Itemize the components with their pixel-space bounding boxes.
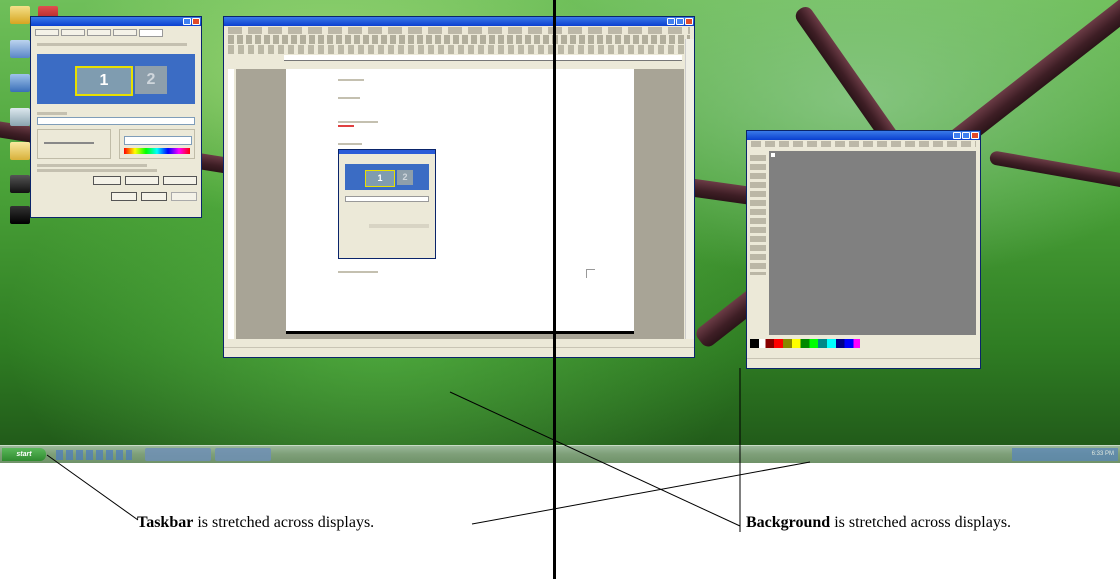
paint-titlebar[interactable]: [747, 131, 980, 140]
color-quality-group: [119, 129, 195, 159]
desktop-background: 1 2 1 2 start 6:33 PM: [0, 0, 1120, 463]
document-page: 1 2: [286, 69, 634, 334]
tab-appearance[interactable]: [113, 29, 137, 36]
instruction-text: [37, 43, 187, 46]
background-caption-bold: Background: [746, 514, 831, 531]
vertical-ruler: [228, 69, 234, 339]
monitor-2[interactable]: 2: [135, 66, 167, 94]
display-label: [37, 112, 67, 115]
vertical-scrollbar[interactable]: [685, 39, 694, 339]
taskbar-leader-left: [46, 454, 139, 521]
tab-themes[interactable]: [35, 29, 59, 36]
quick-launch-bar[interactable]: [56, 450, 132, 460]
maximize-icon[interactable]: [676, 18, 684, 25]
resolution-slider[interactable]: [44, 142, 94, 144]
tab-screen-saver[interactable]: [87, 29, 111, 36]
my-computer-icon[interactable]: [10, 40, 30, 58]
color-palette[interactable]: [750, 339, 860, 348]
display-properties-window[interactable]: 1 2: [30, 16, 202, 218]
branch-right-end: [988, 150, 1120, 189]
word-processor-titlebar[interactable]: [224, 17, 694, 26]
close-icon[interactable]: [685, 18, 693, 25]
taskbar-caption-text: is stretched across displays.: [193, 514, 375, 531]
taskbar-caption: Taskbar is stretched across displays.: [137, 514, 374, 532]
background-caption-text: is stretched across displays.: [830, 514, 1012, 531]
display-properties-titlebar[interactable]: [31, 17, 201, 26]
network-places-icon[interactable]: [10, 74, 30, 92]
taskbar-button-1[interactable]: [145, 448, 211, 461]
doc-line-1: [338, 79, 364, 81]
formatting-toolbar[interactable]: [228, 45, 690, 54]
color-quality-select[interactable]: [124, 136, 192, 145]
advanced-button[interactable]: [163, 176, 197, 185]
embedded-monitor-1: 1: [365, 170, 395, 187]
paint-status-bar: [747, 358, 980, 368]
paint-menu-bar[interactable]: [751, 141, 976, 147]
color-spectrum-bar: [124, 148, 190, 154]
close-icon[interactable]: [971, 132, 979, 139]
cancel-button[interactable]: [141, 192, 167, 201]
doc-line-3: [338, 121, 378, 123]
maximize-icon[interactable]: [962, 132, 970, 139]
folder-icon[interactable]: [10, 142, 30, 160]
identify-button[interactable]: [93, 176, 121, 185]
paint-window[interactable]: [746, 130, 981, 369]
start-button[interactable]: start: [2, 448, 46, 461]
primary-monitor-checkbox[interactable]: [37, 169, 157, 172]
recycle-bin-icon[interactable]: [10, 108, 30, 126]
end-of-page-mark: [586, 269, 595, 278]
display-divider-line: [553, 0, 556, 579]
embedded-monitor-2: 2: [397, 170, 413, 185]
shortcut-icon[interactable]: [10, 206, 30, 224]
apply-button[interactable]: [171, 192, 197, 201]
screen-resolution-group: [37, 129, 111, 159]
taskbar-button-2[interactable]: [215, 448, 271, 461]
notification-area: 6:33 PM: [1012, 448, 1118, 461]
paint-canvas[interactable]: [771, 153, 775, 157]
extend-desktop-checkbox[interactable]: [37, 164, 147, 167]
close-icon[interactable]: [192, 18, 200, 25]
document-area: 1 2: [228, 39, 694, 339]
tray-clock[interactable]: 6:33 PM: [1092, 448, 1114, 461]
minimize-icon[interactable]: [667, 18, 675, 25]
my-documents-icon[interactable]: [10, 6, 30, 24]
printer-icon[interactable]: [10, 175, 30, 193]
doc-line-4: [338, 143, 362, 145]
monitor-1[interactable]: 1: [75, 66, 133, 96]
ok-button[interactable]: [111, 192, 137, 201]
paint-canvas-area[interactable]: [769, 151, 976, 335]
embedded-dialog-screenshot: 1 2: [338, 149, 436, 259]
standard-toolbar[interactable]: [228, 35, 690, 44]
doc-red-text: [338, 125, 354, 127]
tab-settings[interactable]: [139, 29, 163, 37]
taskbar: start 6:33 PM: [0, 445, 1120, 463]
background-caption: Background is stretched across displays.: [746, 514, 1011, 532]
troubleshoot-button[interactable]: [125, 176, 159, 185]
word-processor-window[interactable]: 1 2: [223, 16, 695, 358]
minimize-icon[interactable]: [953, 132, 961, 139]
doc-line-2: [338, 97, 360, 99]
monitor-arrangement-area: 1 2: [37, 54, 195, 104]
tab-desktop[interactable]: [61, 29, 85, 36]
doc-line-5: [338, 271, 378, 273]
display-select[interactable]: [37, 117, 195, 125]
menu-bar[interactable]: [228, 27, 690, 34]
help-icon[interactable]: [183, 18, 191, 25]
paint-toolbox[interactable]: [750, 155, 766, 275]
horizontal-ruler: [284, 55, 682, 61]
status-bar: [224, 347, 694, 357]
taskbar-caption-bold: Taskbar: [137, 514, 194, 531]
